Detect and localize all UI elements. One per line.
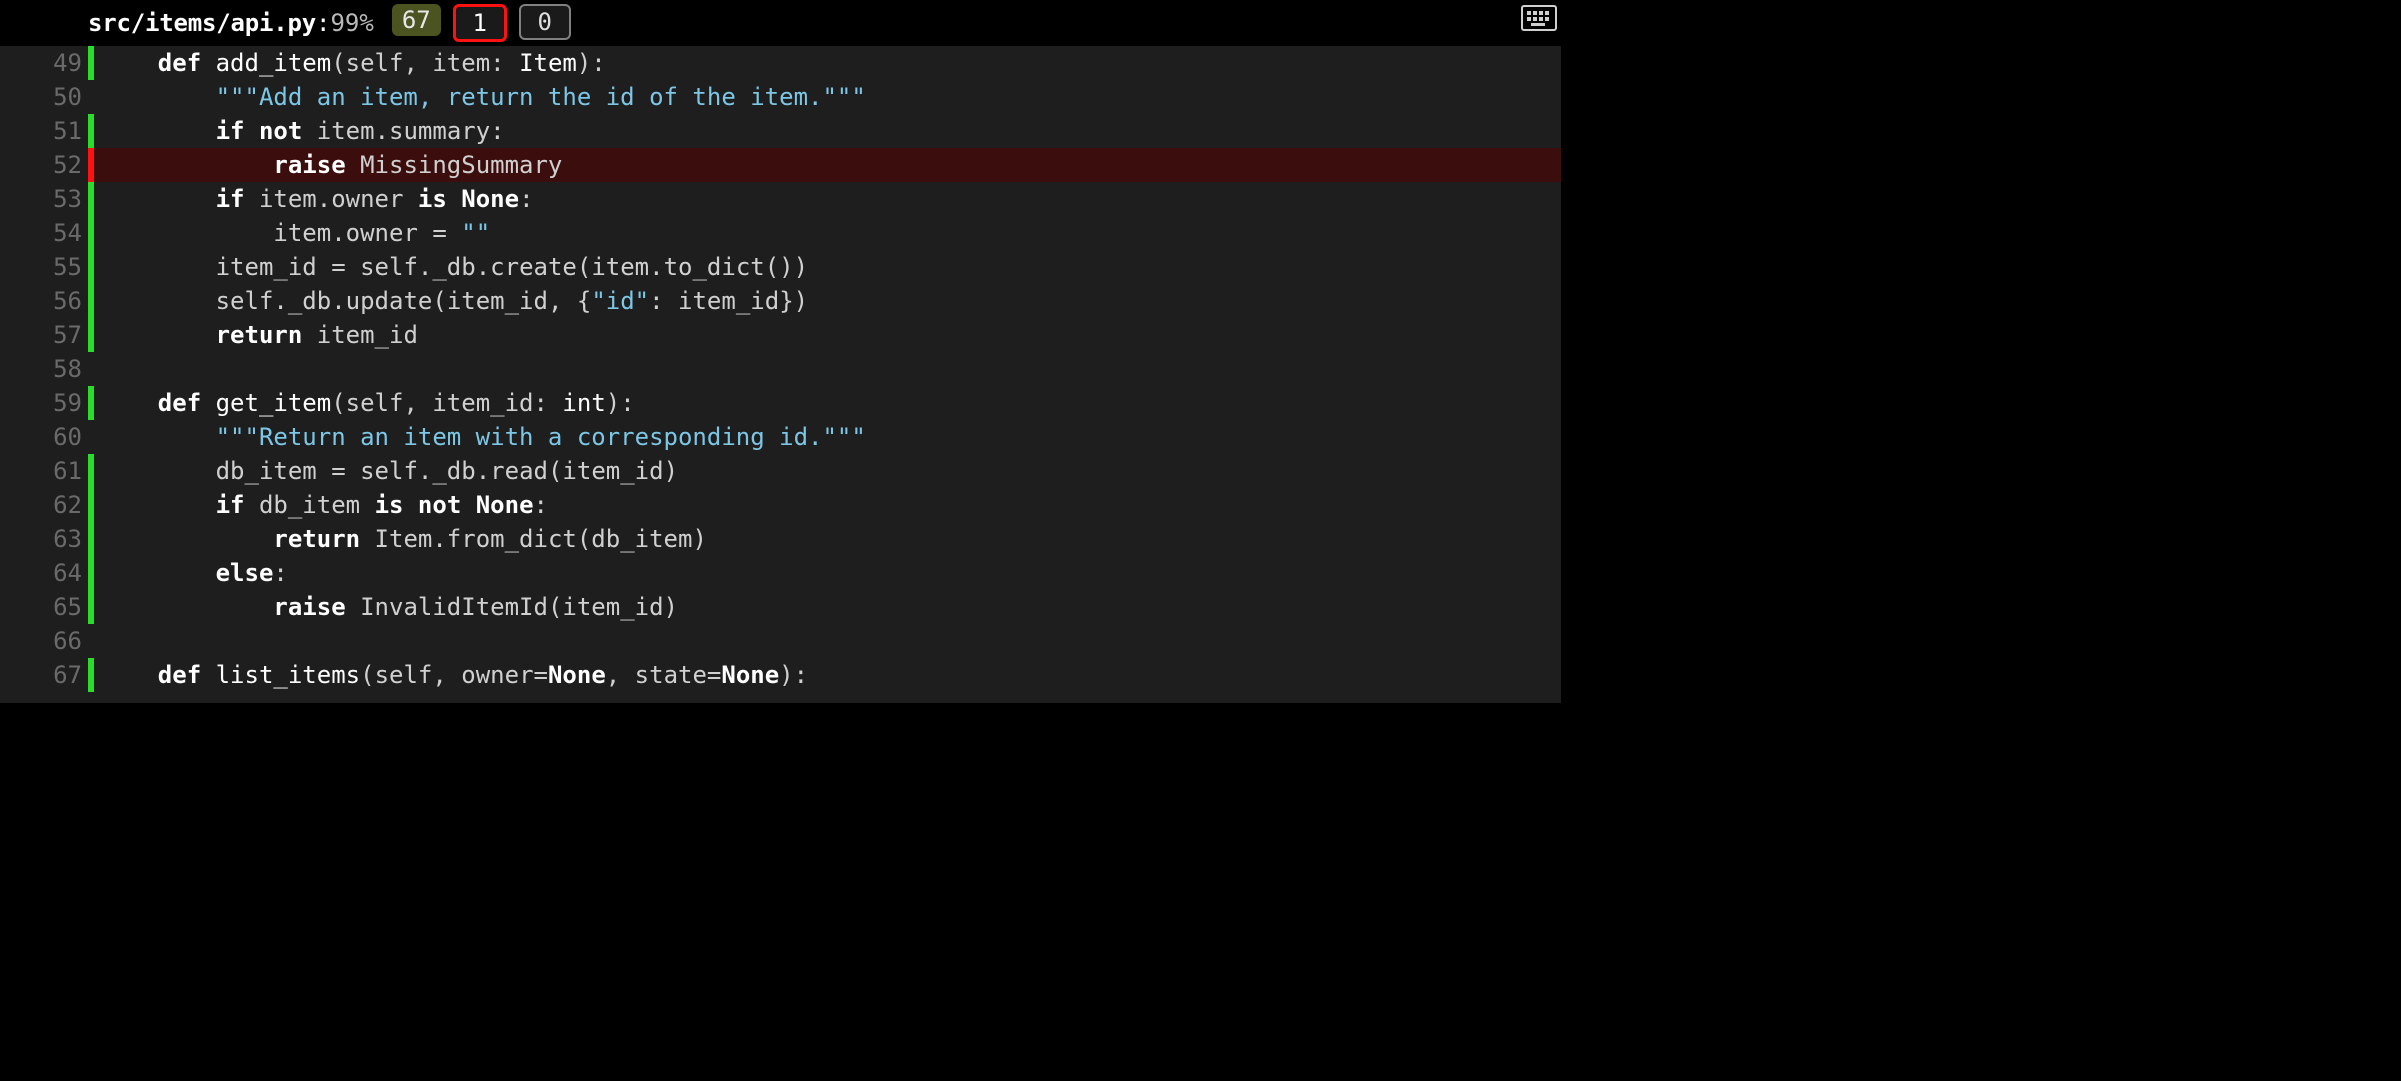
code-text: return Item.from_dict(db_item) bbox=[94, 522, 1561, 556]
code-line[interactable]: 64 else: bbox=[0, 556, 1561, 590]
missing-count-badge[interactable]: 1 bbox=[453, 4, 507, 42]
code-text: """Add an item, return the id of the ite… bbox=[94, 80, 1561, 114]
code-text: self._db.update(item_id, {"id": item_id}… bbox=[94, 284, 1561, 318]
code-text: """Return an item with a corresponding i… bbox=[94, 420, 1561, 454]
line-number: 67 bbox=[0, 658, 88, 692]
line-number: 60 bbox=[0, 420, 88, 454]
code-line[interactable]: 51 if not item.summary: bbox=[0, 114, 1561, 148]
line-number: 66 bbox=[0, 624, 88, 658]
code-text: raise MissingSummary bbox=[94, 148, 831, 182]
code-line[interactable]: 59 def get_item(self, item_id: int): bbox=[0, 386, 1561, 420]
code-text: raise InvalidItemId(item_id) bbox=[94, 590, 1561, 624]
code-text: def get_item(self, item_id: int): bbox=[94, 386, 1561, 420]
code-pane[interactable]: 49 def add_item(self, item: Item):50 """… bbox=[0, 46, 1561, 703]
line-number: 50 bbox=[0, 80, 88, 114]
code-text: def list_items(self, owner=None, state=N… bbox=[94, 658, 1561, 692]
code-line[interactable]: 63 return Item.from_dict(db_item) bbox=[0, 522, 1561, 556]
code-text: if db_item is not None: bbox=[94, 488, 1561, 522]
code-line[interactable]: 65 raise InvalidItemId(item_id) bbox=[0, 590, 1561, 624]
code-line[interactable]: 66 bbox=[0, 624, 1561, 658]
code-line[interactable]: 50 """Add an item, return the id of the … bbox=[0, 80, 1561, 114]
line-number: 61 bbox=[0, 454, 88, 488]
code-line[interactable]: 57 return item_id bbox=[0, 318, 1561, 352]
code-line[interactable]: 52 raise MissingSummary bbox=[0, 148, 1561, 182]
line-number: 58 bbox=[0, 352, 88, 386]
file-path-separator: : bbox=[316, 9, 330, 37]
covered-count-badge[interactable]: 67 bbox=[392, 4, 441, 36]
code-text: return item_id bbox=[94, 318, 1561, 352]
file-path: src/items/api.py bbox=[88, 9, 316, 37]
line-number: 65 bbox=[0, 590, 88, 624]
line-number: 64 bbox=[0, 556, 88, 590]
line-number: 63 bbox=[0, 522, 88, 556]
code-text: if item.owner is None: bbox=[94, 182, 1561, 216]
line-number: 52 bbox=[0, 148, 88, 182]
code-text: item.owner = "" bbox=[94, 216, 1561, 250]
coverage-percent: 99% bbox=[330, 9, 373, 37]
line-number: 59 bbox=[0, 386, 88, 420]
line-number: 49 bbox=[0, 46, 88, 80]
excluded-count-badge[interactable]: 0 bbox=[519, 4, 571, 40]
code-line[interactable]: 67 def list_items(self, owner=None, stat… bbox=[0, 658, 1561, 692]
code-text bbox=[94, 352, 1561, 386]
code-line[interactable]: 61 db_item = self._db.read(item_id) bbox=[0, 454, 1561, 488]
code-line[interactable]: 54 item.owner = "" bbox=[0, 216, 1561, 250]
code-text: else: bbox=[94, 556, 1561, 590]
code-text: def add_item(self, item: Item): bbox=[94, 46, 1561, 80]
code-line[interactable]: 56 self._db.update(item_id, {"id": item_… bbox=[0, 284, 1561, 318]
line-number: 56 bbox=[0, 284, 88, 318]
code-text bbox=[94, 624, 1561, 658]
line-number: 51 bbox=[0, 114, 88, 148]
code-line[interactable]: 53 if item.owner is None: bbox=[0, 182, 1561, 216]
code-text: db_item = self._db.read(item_id) bbox=[94, 454, 1561, 488]
code-line[interactable]: 62 if db_item is not None: bbox=[0, 488, 1561, 522]
line-number: 53 bbox=[0, 182, 88, 216]
line-number: 57 bbox=[0, 318, 88, 352]
code-text: item_id = self._db.create(item.to_dict()… bbox=[94, 250, 1561, 284]
coverage-header: src/items/api.py : 99% 67 1 0 bbox=[0, 0, 1561, 46]
code-line[interactable]: 55 item_id = self._db.create(item.to_dic… bbox=[0, 250, 1561, 284]
code-line[interactable]: 58 bbox=[0, 352, 1561, 386]
line-number: 55 bbox=[0, 250, 88, 284]
line-number: 62 bbox=[0, 488, 88, 522]
keyboard-icon[interactable] bbox=[1521, 5, 1557, 31]
code-line[interactable]: 60 """Return an item with a correspondin… bbox=[0, 420, 1561, 454]
code-line[interactable]: 49 def add_item(self, item: Item): bbox=[0, 46, 1561, 80]
code-text: if not item.summary: bbox=[94, 114, 1561, 148]
coverage-badges: 67 1 0 bbox=[392, 4, 571, 42]
line-number: 54 bbox=[0, 216, 88, 250]
